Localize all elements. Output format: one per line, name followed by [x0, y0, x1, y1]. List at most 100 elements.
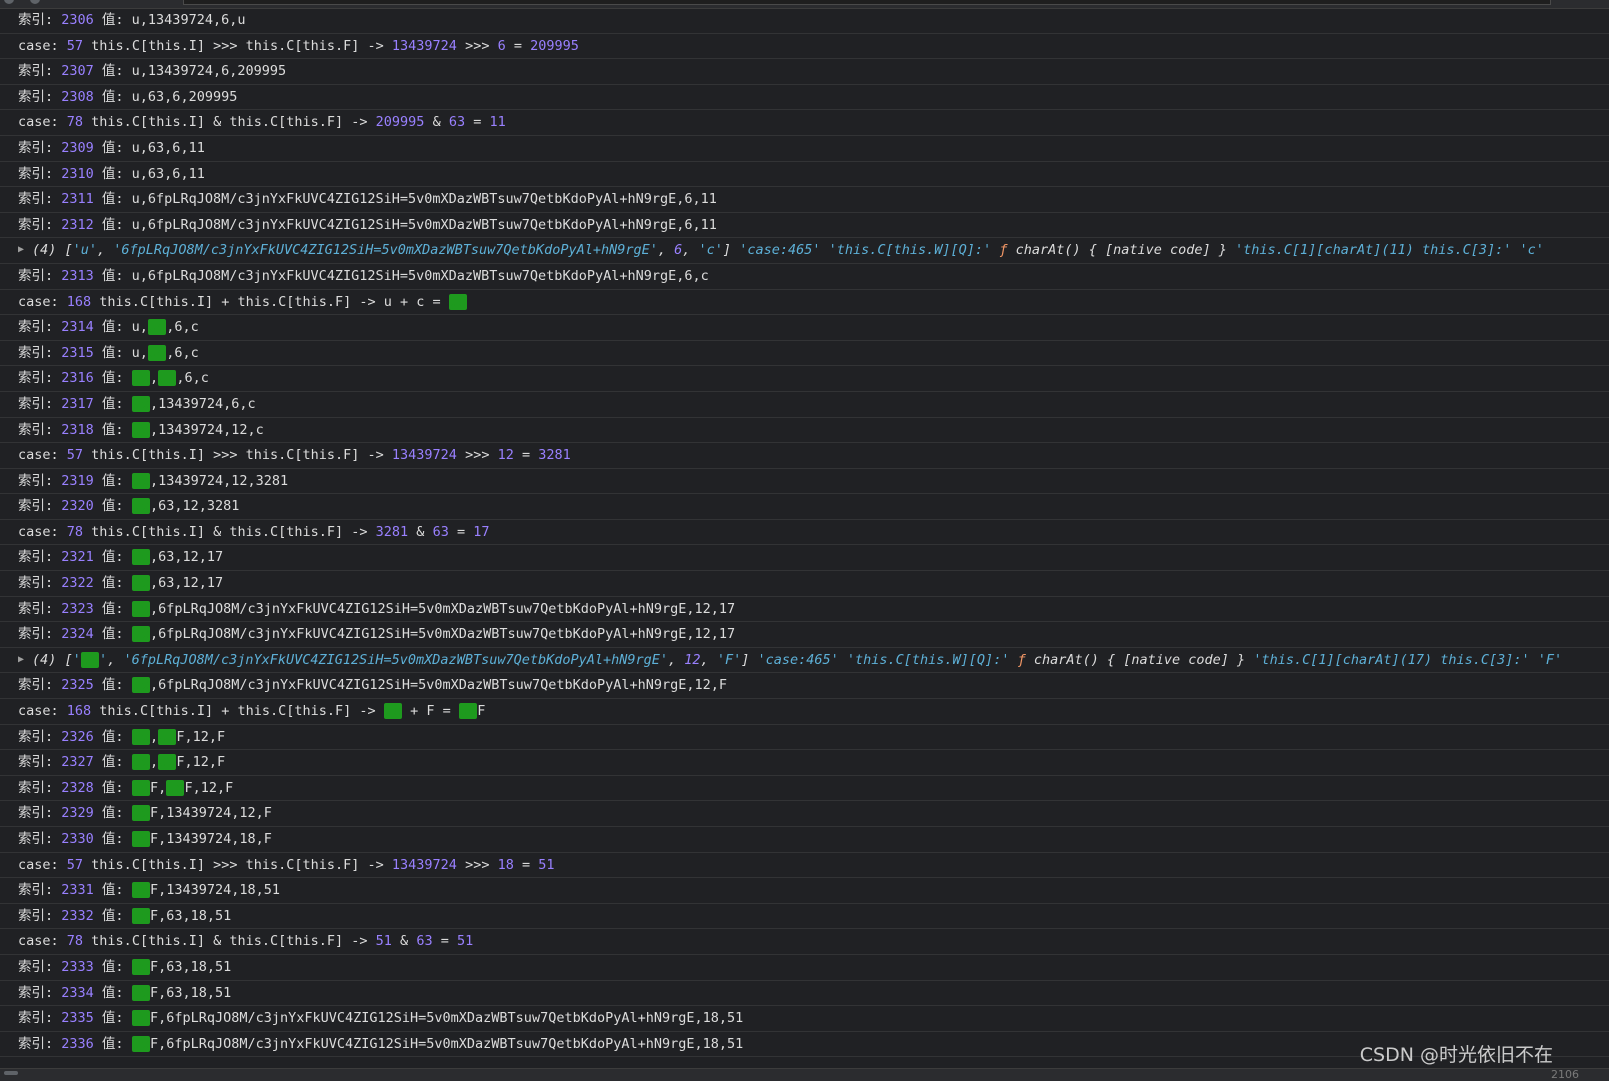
expand-triangle-icon[interactable]: ▶	[18, 648, 24, 673]
highlight-token: uc	[131, 779, 150, 796]
log-text-segment: F,12,F	[176, 728, 226, 745]
highlight-token: uc	[383, 703, 403, 720]
log-text-segment: ,63,12,17	[149, 549, 224, 566]
log-text-segment: u,13439724,6,u	[131, 12, 246, 28]
log-text-segment: 'F'	[716, 651, 742, 668]
index-number: 2324	[61, 626, 94, 643]
log-text-segment: (4) [	[32, 651, 73, 668]
highlight-token: uc	[158, 370, 177, 387]
log-text-segment: 3281	[538, 447, 571, 464]
highlight-token: uc	[131, 754, 150, 771]
value-label: 值:	[93, 319, 132, 336]
console-array-row[interactable]: ▶ (4) ['uc', '6fpLRqJO8M/c3jnYxFkUVC4ZIG1…	[0, 648, 1609, 674]
status-count: 2106	[1551, 1068, 1579, 1081]
log-text-segment: F,13439724,18,F	[149, 831, 272, 847]
log-text-segment: u,6fpLRqJO8M/c3jnYxFkUVC4ZIG12SiH=5v0mXD…	[131, 267, 709, 284]
console-log-row: 索引: 2326 值: uc,ucF,12,F	[0, 725, 1609, 751]
log-text-segment: ,	[657, 242, 675, 259]
index-label: 索引:	[18, 216, 62, 233]
index-label: 索引:	[18, 1010, 62, 1027]
log-text-segment: ,6fpLRqJO8M/c3jnYxFkUVC4ZIG12SiH=5v0mXDa…	[149, 626, 736, 643]
log-text-segment: 12	[684, 651, 701, 668]
log-text-segment: '	[99, 651, 108, 668]
log-text-segment: charAt() { [native code] }	[1025, 651, 1254, 668]
log-text-segment: >>>	[456, 37, 498, 54]
log-text-segment: ,	[149, 370, 159, 387]
console-filter-input[interactable]	[183, 0, 1551, 5]
value-label: 值:	[93, 191, 132, 208]
value-label: 值:	[93, 472, 132, 489]
index-label: 索引:	[18, 549, 62, 566]
value-label: 值:	[93, 370, 132, 387]
index-label: 索引:	[18, 626, 62, 643]
case-label: case:	[18, 703, 67, 720]
log-text-segment: 51	[456, 933, 474, 950]
log-text-segment: F,12,F	[184, 779, 234, 796]
console-log-row: 索引: 2334 值: ucF,63,18,51	[0, 981, 1609, 1007]
log-text-segment	[820, 242, 828, 258]
console-log-row: 索引: 2313 值: u,6fpLRqJO8M/c3jnYxFkUVC4ZIG…	[0, 264, 1609, 290]
index-label: 索引:	[18, 344, 62, 361]
log-text-segment: F,	[149, 779, 167, 796]
console-log-row: 索引: 2331 值: ucF,13439724,18,51	[0, 878, 1609, 904]
log-text-segment: this.C[this.I] & this.C[this.F] ->	[83, 114, 376, 131]
index-number: 2321	[61, 549, 94, 566]
case-label: case:	[18, 856, 67, 873]
highlight-token: uc	[131, 907, 150, 924]
highlight-token: uc	[166, 779, 185, 796]
log-text-segment: F	[477, 703, 486, 720]
console-log-row: 索引: 2315 值: u,uc,6,c	[0, 341, 1609, 367]
log-text-segment: F,13439724,12,F	[149, 805, 272, 822]
log-text-segment: 'this.C[1][charAt](17) this.C[3]:'	[1253, 651, 1530, 668]
highlight-token: uc	[458, 703, 478, 720]
index-number: 2320	[61, 498, 94, 515]
log-text-segment: 13439724	[391, 856, 457, 873]
console-log-row: 索引: 2328 值: ucF,ucF,12,F	[0, 776, 1609, 802]
filter-icon[interactable]	[30, 0, 40, 4]
case-number: 57	[66, 856, 84, 873]
value-label: 值:	[93, 88, 132, 105]
expand-triangle-icon[interactable]: ▶	[18, 238, 24, 263]
highlight-token: uc	[131, 831, 150, 847]
log-text-segment: 63	[432, 523, 449, 540]
console-case-row: case: 57 this.C[this.I] >>> this.C[this.…	[0, 443, 1609, 469]
index-label: 索引:	[18, 88, 62, 105]
console-log-row: 索引: 2318 值: uc,13439724,12,c	[0, 418, 1609, 444]
console-case-row: case: 168 this.C[this.I] + this.C[this.F…	[0, 290, 1609, 316]
value-label: 值:	[93, 165, 132, 182]
value-label: 值:	[93, 139, 132, 156]
console-log-row: 索引: 2321 值: uc,63,12,17	[0, 545, 1609, 572]
console-log-row: 索引: 2327 值: uc,ucF,12,F	[0, 750, 1609, 776]
log-text-segment: 'this.C[1][charAt](11) this.C[3]:'	[1235, 242, 1512, 259]
log-text-segment: 209995	[375, 114, 425, 131]
clear-console-icon[interactable]	[4, 0, 14, 4]
log-text-segment: 63	[448, 114, 466, 131]
index-number: 2332	[61, 907, 94, 924]
console-log-row: 索引: 2324 值: uc,6fpLRqJO8M/c3jnYxFkUVC4ZI…	[0, 622, 1609, 648]
case-number: 168	[66, 703, 92, 720]
log-text-segment: 'case:465'	[757, 651, 839, 668]
log-text-segment: F,13439724,18,51	[149, 882, 280, 899]
log-text-segment: 13439724	[391, 447, 457, 464]
value-label: 值:	[93, 498, 132, 515]
log-text-segment: 'case:465'	[739, 242, 821, 259]
case-label: case:	[18, 523, 67, 540]
log-text-segment: ,13439724,12,c	[149, 421, 264, 438]
console-log-row: 索引: 2316 值: uc,uc,6,c	[0, 366, 1609, 392]
index-label: 索引:	[18, 984, 62, 1001]
highlight-token: uc	[448, 293, 468, 310]
console-case-row: case: 57 this.C[this.I] >>> this.C[this.…	[0, 34, 1609, 60]
value-label: 值:	[93, 779, 132, 796]
highlight-token: uc	[131, 1010, 150, 1027]
scroll-handle-icon[interactable]	[4, 1071, 18, 1075]
console-array-row[interactable]: ▶ (4) ['u', '6fpLRqJO8M/c3jnYxFkUVC4ZIG12…	[0, 238, 1609, 264]
log-text-segment: F,63,18,51	[149, 984, 232, 1001]
index-number: 2313	[61, 267, 94, 284]
index-number: 2335	[61, 1010, 94, 1027]
index-label: 索引:	[18, 677, 62, 694]
log-text-segment: ,6fpLRqJO8M/c3jnYxFkUVC4ZIG12SiH=5v0mXDa…	[149, 677, 728, 694]
console-log-row: 索引: 2314 值: u,uc,6,c	[0, 315, 1609, 341]
log-text-segment: this.C[this.I] >>> this.C[this.F] ->	[83, 447, 392, 464]
index-number: 2309	[61, 139, 94, 156]
log-text-segment: 13439724	[391, 37, 457, 54]
